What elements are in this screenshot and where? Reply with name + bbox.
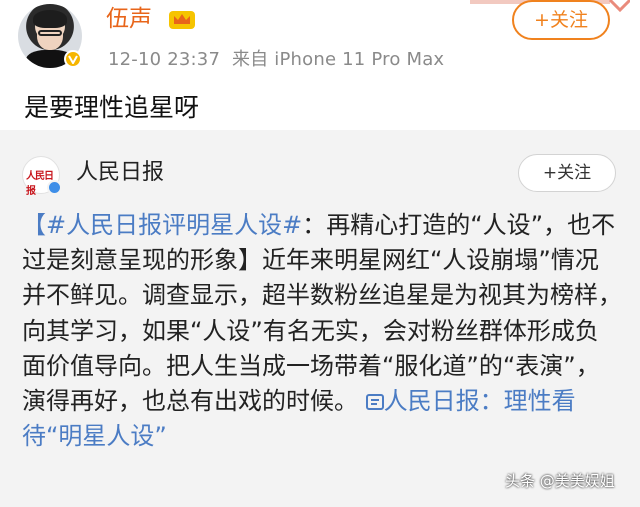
hashtag-link[interactable]: 【#人民日报评明星人设#: [22, 211, 302, 239]
post-header: 伍声 12-10 23:37 来自 iPhone 11 Pro Max +关注: [0, 0, 640, 88]
repost-follow-button[interactable]: +关注: [518, 154, 616, 192]
link-icon: [365, 394, 384, 411]
post-meta: 12-10 23:37 来自 iPhone 11 Pro Max: [108, 48, 444, 72]
post-text: 是要理性追星呀: [24, 93, 200, 122]
user-name[interactable]: 伍声: [106, 4, 152, 34]
repost-body: 【#人民日报评明星人设#：再精心打造的“人设”，也不过是刻意呈现的形象】近年来明…: [22, 208, 622, 454]
repost-text: ：再精心打造的“人设”，也不过是刻意呈现的形象】近年来明星网红“人设崩塌”情况并…: [22, 211, 622, 416]
repost-user-name[interactable]: 人民日报: [76, 158, 164, 188]
follow-button[interactable]: +关注: [512, 0, 610, 40]
timestamp: 12-10 23:37: [108, 49, 221, 70]
verified-badge-icon: [47, 180, 62, 195]
crown-icon: [169, 11, 195, 29]
watermark: 头条 @美美娱姐: [505, 472, 615, 490]
vip-badge-icon: [64, 50, 82, 68]
source: 来自 iPhone 11 Pro Max: [231, 49, 445, 70]
